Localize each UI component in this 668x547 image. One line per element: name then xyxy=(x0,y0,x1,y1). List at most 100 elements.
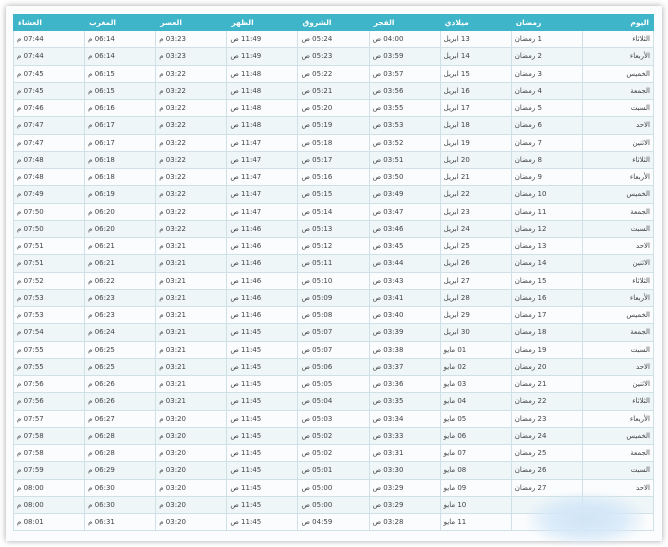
cell-isha: 07:45 م xyxy=(12,81,86,101)
cell-day: الخميس xyxy=(581,426,655,446)
column-header-asr: العصر xyxy=(155,14,228,31)
cell-isha: 07:52 م xyxy=(12,271,86,290)
cell-day: الخميس xyxy=(581,305,655,325)
cell-sunrise: 05:09 ص xyxy=(297,288,370,308)
cell-sunrise: 05:02 ص xyxy=(297,426,370,446)
cell-sunrise: 05:23 ص xyxy=(297,47,370,66)
cell-day: الاثنين xyxy=(581,133,655,152)
cell-sunrise: 05:11 ص xyxy=(297,254,370,273)
cell-day: الاحد xyxy=(581,116,655,135)
cell-day: الأربعاء xyxy=(581,409,655,428)
cell-fajr: 04:00 ص xyxy=(368,29,441,49)
table-row: الأربعاء 16 رمضان 28 ابريل 03:41 ص 05:09 ص 11… xyxy=(12,288,655,308)
cell-ramadan-date: 12 رمضان xyxy=(510,219,583,239)
cell-gregorian-date: 25 ابريل xyxy=(439,236,512,256)
cell-isha: 07:53 م xyxy=(12,305,86,325)
cell-dhuhr: 11:48 ص xyxy=(226,98,299,118)
cell-isha: 07:47 م xyxy=(12,133,86,152)
cell-sunrise: 05:13 ص xyxy=(297,219,370,239)
cell-dhuhr: 11:46 ص xyxy=(226,271,299,290)
column-header-dhuhr: الظهر xyxy=(226,14,299,31)
column-header-gregorian-date: ميلادي xyxy=(439,14,512,31)
cell-dhuhr: 11:48 ص xyxy=(226,81,299,101)
cell-isha: 07:50 م xyxy=(12,219,86,239)
cell-dhuhr: 11:45 ص xyxy=(226,374,299,394)
cell-maghrib: 06:23 م xyxy=(84,288,157,308)
cell-isha: 07:47 م xyxy=(12,116,86,135)
cell-fajr: 03:30 ص xyxy=(368,461,441,480)
cell-isha: 07:54 م xyxy=(12,323,86,342)
cell-gregorian-date: 02 مايو xyxy=(439,357,512,377)
cell-sunrise: 05:17 ص xyxy=(297,150,370,170)
cell-fajr: 03:38 ص xyxy=(368,340,441,359)
cell-maghrib: 06:14 م xyxy=(84,47,157,66)
cell-maghrib: 06:26 م xyxy=(84,374,157,394)
cell-isha: 08:01 م xyxy=(12,512,86,532)
cell-isha: 07:46 م xyxy=(12,98,86,118)
cell-isha: 07:56 م xyxy=(12,374,86,394)
cell-asr: 03:21 م xyxy=(155,305,228,325)
cell-asr: 03:23 م xyxy=(155,47,228,66)
cell-gregorian-date: 08 مايو xyxy=(439,461,512,480)
cell-gregorian-date: 10 مايو xyxy=(439,495,512,515)
table-row: الأربعاء 2 رمضان 14 ابريل 03:59 ص 05:23 ص 11:… xyxy=(12,47,655,66)
cell-fajr: 03:29 ص xyxy=(368,495,441,515)
cell-asr: 03:21 م xyxy=(155,392,228,411)
cell-isha: 07:44 م xyxy=(12,29,86,49)
cell-asr: 03:22 م xyxy=(155,64,228,83)
cell-fajr: 03:47 ص xyxy=(368,202,441,221)
cell-day: السبت xyxy=(581,98,655,118)
table-row: السبت 12 رمضان 24 ابريل 03:46 ص 05:13 ص 11:46… xyxy=(12,219,655,239)
cell-gregorian-date: 30 ابريل xyxy=(439,323,512,342)
cell-dhuhr: 11:47 ص xyxy=(226,150,299,170)
table-row: السبت 19 رمضان 01 مايو 03:38 ص 05:07 ص 11:45 … xyxy=(12,340,655,359)
cell-dhuhr: 11:48 ص xyxy=(226,116,299,135)
cell-sunrise: 05:02 ص xyxy=(297,443,370,463)
cell-ramadan-date: 6 رمضان xyxy=(510,116,583,135)
table-row: السبت 5 رمضان 17 ابريل 03:55 ص 05:20 ص 11:48 … xyxy=(12,98,655,118)
table-row: الثلاثاء 8 رمضان 20 ابريل 03:51 ص 05:17 ص 11:… xyxy=(12,150,655,170)
table-row: الاثنين 21 رمضان 03 مايو 03:36 ص 05:05 ص 11:4… xyxy=(12,374,655,394)
cell-asr: 03:22 م xyxy=(155,185,228,204)
table-row: الجمعة 11 رمضان 23 ابريل 03:47 ص 05:14 ص 11:4… xyxy=(12,202,655,221)
cell-fajr: 03:52 ص xyxy=(368,133,441,152)
cell-asr: 03:20 م xyxy=(155,426,228,446)
cell-maghrib: 06:18 م xyxy=(84,167,157,187)
cell-sunrise: 05:16 ص xyxy=(297,167,370,187)
cell-asr: 03:20 م xyxy=(155,512,228,532)
cell-maghrib: 06:29 م xyxy=(84,461,157,480)
table-row: الخميس 3 رمضان 15 ابريل 03:57 ص 05:22 ص 11:48… xyxy=(12,64,655,83)
table-row: الأربعاء 9 رمضان 21 ابريل 03:50 ص 05:16 ص 11:… xyxy=(12,167,655,187)
table-row: الاحد 13 رمضان 25 ابريل 03:45 ص 05:12 ص 11:46… xyxy=(12,236,655,256)
cell-dhuhr: 11:46 ص xyxy=(226,305,299,325)
cell-maghrib: 06:19 م xyxy=(84,185,157,204)
cell-ramadan-date: 8 رمضان xyxy=(510,150,583,170)
cell-isha: 07:48 م xyxy=(12,167,86,187)
cell-maghrib: 06:26 م xyxy=(84,392,157,411)
table-row: الخميس 17 رمضان 29 ابريل 03:40 ص 05:08 ص 11:4… xyxy=(12,305,655,325)
cell-ramadan-date: 7 رمضان xyxy=(510,133,583,152)
cell-fajr: 03:53 ص xyxy=(368,116,441,135)
cell-gregorian-date: 20 ابريل xyxy=(439,150,512,170)
cell-day: السبت xyxy=(581,461,655,480)
cell-fajr: 03:45 ص xyxy=(368,236,441,256)
cell-gregorian-date: 26 ابريل xyxy=(439,254,512,273)
cell-gregorian-date: 11 مايو xyxy=(439,512,512,532)
cell-isha: 07:59 م xyxy=(12,461,86,480)
column-header-ramadan-date: رمضان xyxy=(510,14,583,31)
cell-asr: 03:23 م xyxy=(155,29,228,49)
cell-asr: 03:22 م xyxy=(155,133,228,152)
cell-dhuhr: 11:45 ص xyxy=(226,426,299,446)
cell-dhuhr: 11:45 ص xyxy=(226,323,299,342)
cell-day: الجمعة xyxy=(581,443,655,463)
cell-sunrise: 05:14 ص xyxy=(297,202,370,221)
cell-maghrib: 06:27 م xyxy=(84,409,157,428)
cell-sunrise: 05:07 ص xyxy=(297,340,370,359)
cell-fajr: 03:35 ص xyxy=(368,392,441,411)
cell-fajr: 03:31 ص xyxy=(368,443,441,463)
cell-isha: 07:51 م xyxy=(12,236,86,256)
cell-gregorian-date: 24 ابريل xyxy=(439,219,512,239)
cell-isha: 07:44 م xyxy=(12,47,86,66)
cell-maghrib: 06:15 م xyxy=(84,64,157,83)
cell-day: الاحد xyxy=(581,357,655,377)
